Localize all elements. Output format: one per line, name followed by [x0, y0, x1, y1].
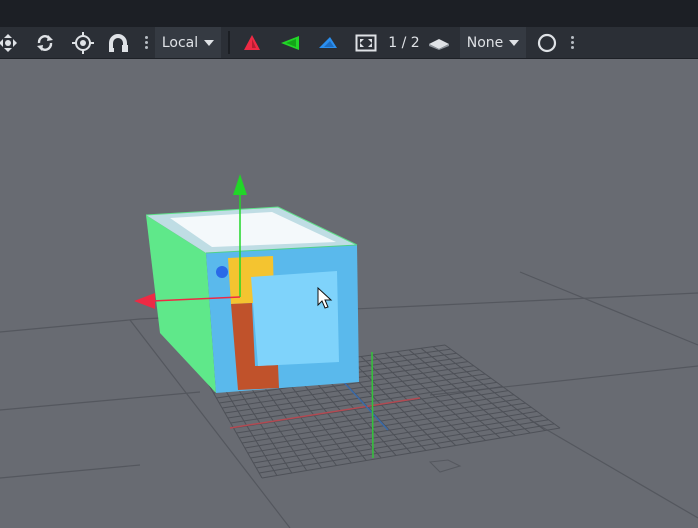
shading-options-kebab-icon[interactable]	[569, 27, 575, 58]
shading-circle-icon[interactable]	[535, 27, 559, 58]
gizmo-z-handle[interactable]	[216, 266, 228, 278]
viewport-toolbar: Local 1 / 2 None	[0, 27, 698, 59]
pivot-target-icon[interactable]	[70, 27, 96, 58]
cube-front-inner	[251, 271, 339, 366]
toolbar-options-kebab-icon[interactable]	[143, 27, 149, 58]
layer-counter: 1 / 2	[388, 34, 420, 51]
magnet-icon[interactable]	[106, 27, 134, 58]
light-marker-icon	[428, 459, 462, 473]
toolbar-divider	[228, 31, 230, 54]
x-axis-plane-icon[interactable]	[240, 27, 264, 58]
z-axis-plane-icon[interactable]	[316, 27, 340, 58]
gizmo-x-arrow-icon[interactable]	[134, 293, 155, 309]
frame-selection-icon[interactable]	[353, 27, 379, 58]
snap-mode-dropdown[interactable]: None	[460, 27, 526, 58]
title-bar	[0, 0, 698, 27]
gizmo-y-arrow-icon[interactable]	[233, 174, 247, 195]
move-icon[interactable]	[0, 27, 18, 58]
chevron-down-icon	[204, 39, 215, 46]
rotate-icon[interactable]	[32, 27, 58, 58]
layer-icon[interactable]	[427, 27, 451, 58]
snap-mode-label: None	[466, 34, 504, 51]
transform-space-dropdown[interactable]: Local	[155, 27, 221, 58]
y-axis-plane-icon[interactable]	[278, 27, 302, 58]
chevron-down-icon	[509, 39, 520, 46]
transform-space-label: Local	[161, 34, 199, 51]
3d-viewport[interactable]	[0, 58, 698, 528]
